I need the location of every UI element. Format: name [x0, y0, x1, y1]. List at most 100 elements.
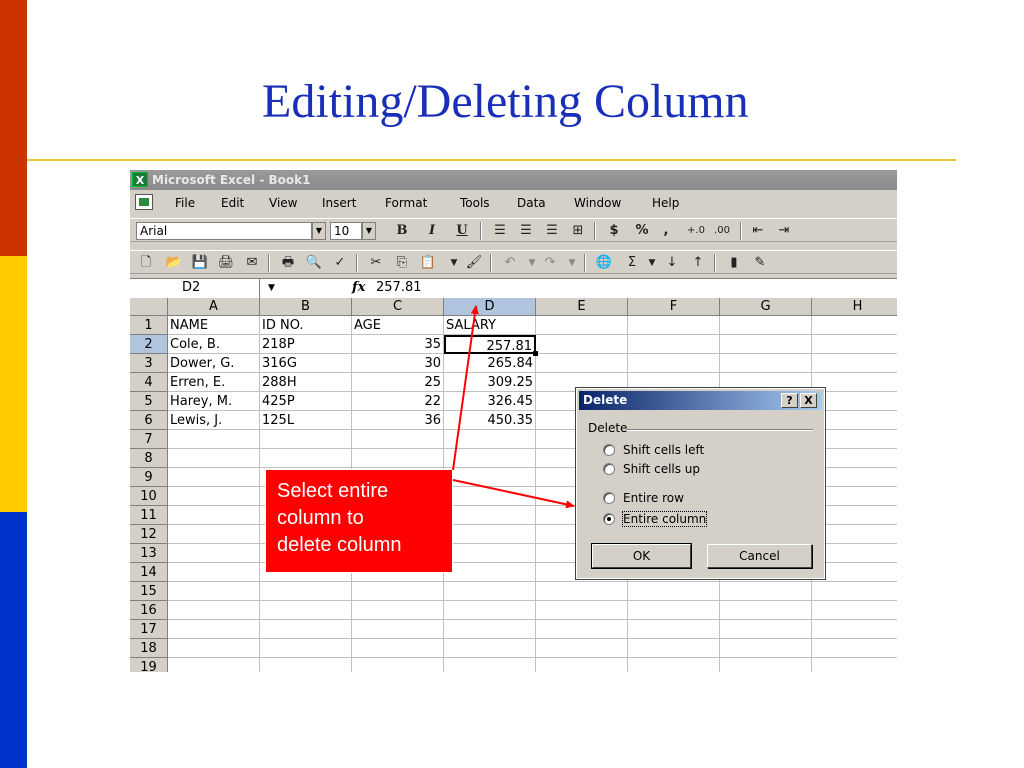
spelling-icon[interactable]: ✓ — [330, 254, 350, 272]
cell-a13[interactable] — [168, 544, 260, 563]
cell-b8[interactable] — [260, 449, 352, 468]
menu-insert[interactable]: Insert — [322, 196, 356, 210]
radio-shift-cells-up[interactable]: Shift cells up — [603, 461, 700, 477]
row-header-19[interactable]: 19 — [130, 658, 168, 672]
column-header-c[interactable]: C — [352, 298, 444, 316]
cell-b5[interactable]: 425P — [260, 392, 352, 411]
row-header-17[interactable]: 17 — [130, 620, 168, 639]
cell-b6[interactable]: 125L — [260, 411, 352, 430]
cell-a4[interactable]: Erren, E. — [168, 373, 260, 392]
undo-icon[interactable]: ↶ — [500, 254, 520, 272]
cell-f2[interactable] — [628, 335, 720, 354]
menu-view[interactable]: View — [269, 196, 297, 210]
copy-icon[interactable]: ⎘ — [392, 254, 412, 272]
save-icon[interactable]: 💾 — [190, 254, 210, 272]
email-icon[interactable]: ✉ — [242, 254, 262, 272]
cell-b17[interactable] — [260, 620, 352, 639]
row-header-12[interactable]: 12 — [130, 525, 168, 544]
radio-shift-cells-left[interactable]: Shift cells left — [603, 442, 704, 458]
drawing-icon[interactable]: ✎ — [750, 254, 770, 272]
column-header-f[interactable]: F — [628, 298, 720, 316]
cell-a5[interactable]: Harey, M. — [168, 392, 260, 411]
cell-d3[interactable]: 265.84 — [444, 354, 536, 373]
cell-d7[interactable] — [444, 430, 536, 449]
cell-d11[interactable] — [444, 506, 536, 525]
cell-c6[interactable]: 36 — [352, 411, 444, 430]
cell-f3[interactable] — [628, 354, 720, 373]
ok-button[interactable]: OK — [591, 543, 692, 569]
cell-a16[interactable] — [168, 601, 260, 620]
row-header-3[interactable]: 3 — [130, 354, 168, 373]
cell-g17[interactable] — [720, 620, 812, 639]
cell-c8[interactable] — [352, 449, 444, 468]
cell-c18[interactable] — [352, 639, 444, 658]
cell-a3[interactable]: Dower, G. — [168, 354, 260, 373]
currency-button[interactable]: $ — [604, 222, 624, 240]
comma-button[interactable]: , — [656, 222, 676, 240]
menu-help[interactable]: Help — [652, 196, 679, 210]
paste-dropdown-icon[interactable]: ▼ — [444, 254, 464, 272]
row-header-5[interactable]: 5 — [130, 392, 168, 411]
cell-b3[interactable]: 316G — [260, 354, 352, 373]
cell-g3[interactable] — [720, 354, 812, 373]
cell-f16[interactable] — [628, 601, 720, 620]
cell-a10[interactable] — [168, 487, 260, 506]
print-icon[interactable]: 🖶 — [278, 254, 298, 272]
cell-a17[interactable] — [168, 620, 260, 639]
radio-icon[interactable] — [603, 444, 615, 456]
increase-decimal-icon[interactable]: +.0 — [686, 222, 706, 240]
new-icon[interactable]: 🗋 — [136, 254, 156, 272]
cell-c15[interactable] — [352, 582, 444, 601]
cell-d15[interactable] — [444, 582, 536, 601]
cell-a19[interactable] — [168, 658, 260, 672]
align-center-icon[interactable]: ☰ — [516, 222, 536, 240]
sort-ascending-icon[interactable]: ↓ — [662, 254, 682, 272]
cell-b7[interactable] — [260, 430, 352, 449]
cell-c4[interactable]: 25 — [352, 373, 444, 392]
row-header-4[interactable]: 4 — [130, 373, 168, 392]
close-button[interactable]: X — [800, 393, 817, 408]
decrease-indent-icon[interactable]: ⇤ — [748, 222, 768, 240]
cell-b4[interactable]: 288H — [260, 373, 352, 392]
font-dropdown-icon[interactable]: ▼ — [312, 222, 326, 240]
cell-e17[interactable] — [536, 620, 628, 639]
cell-d9[interactable] — [444, 468, 536, 487]
row-header-13[interactable]: 13 — [130, 544, 168, 563]
row-header-15[interactable]: 15 — [130, 582, 168, 601]
insert-function-icon[interactable]: fx — [352, 279, 365, 297]
font-size-box[interactable]: 10 — [330, 222, 362, 240]
cell-d1[interactable]: SALARY — [444, 316, 536, 335]
cell-g18[interactable] — [720, 639, 812, 658]
cell-h3[interactable] — [812, 354, 897, 373]
row-header-7[interactable]: 7 — [130, 430, 168, 449]
cancel-button[interactable]: Cancel — [707, 544, 812, 568]
column-header-e[interactable]: E — [536, 298, 628, 316]
radio-icon[interactable] — [603, 492, 615, 504]
row-header-18[interactable]: 18 — [130, 639, 168, 658]
cell-c7[interactable] — [352, 430, 444, 449]
bold-button[interactable]: B — [392, 222, 412, 240]
undo-dropdown-icon[interactable]: ▼ — [522, 254, 542, 272]
redo-dropdown-icon[interactable]: ▼ — [562, 254, 582, 272]
row-header-8[interactable]: 8 — [130, 449, 168, 468]
cell-d4[interactable]: 309.25 — [444, 373, 536, 392]
cell-d18[interactable] — [444, 639, 536, 658]
open-icon[interactable]: 📂 — [164, 254, 184, 272]
cell-d14[interactable] — [444, 563, 536, 582]
cell-h15[interactable] — [812, 582, 897, 601]
cell-h19[interactable] — [812, 658, 897, 672]
cell-c19[interactable] — [352, 658, 444, 672]
column-header-d[interactable]: D — [444, 298, 536, 316]
cell-d17[interactable] — [444, 620, 536, 639]
cell-a12[interactable] — [168, 525, 260, 544]
cell-a14[interactable] — [168, 563, 260, 582]
font-name-box[interactable]: Arial — [136, 222, 312, 240]
cell-g15[interactable] — [720, 582, 812, 601]
cell-a6[interactable]: Lewis, J. — [168, 411, 260, 430]
cell-a15[interactable] — [168, 582, 260, 601]
merge-center-icon[interactable]: ⊞ — [568, 222, 588, 240]
italic-button[interactable]: I — [422, 222, 442, 240]
cell-g19[interactable] — [720, 658, 812, 672]
cell-e15[interactable] — [536, 582, 628, 601]
row-header-10[interactable]: 10 — [130, 487, 168, 506]
